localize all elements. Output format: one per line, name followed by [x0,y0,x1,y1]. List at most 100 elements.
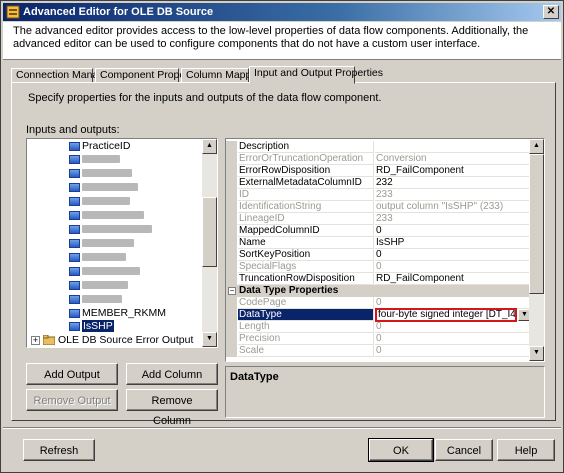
tree-scrollbar[interactable]: ▲ ▼ [202,139,217,347]
tree-item[interactable] [69,237,134,250]
tree-item[interactable] [69,209,144,222]
property-grid[interactable]: Description ErrorOrTruncationOperation Co… [225,138,545,362]
redacted-text [82,225,152,234]
add-output-button[interactable]: Add Output [26,363,118,385]
property-value[interactable]: RD_FailComponent [375,165,531,177]
redacted-text [82,281,128,290]
tab-component-properties[interactable]: Component Properties [95,68,205,83]
property-name: TruncationRowDisposition [238,273,374,285]
property-row[interactable]: IdentificationString output column "IsSHP… [226,201,531,213]
window-title: Advanced Editor for OLE DB Source [23,6,214,18]
title-bar[interactable]: Advanced Editor for OLE DB Source ✕ [3,3,561,21]
scroll-down-icon[interactable]: ▼ [202,332,217,347]
panel-description: Specify properties for the inputs and ou… [28,92,382,104]
inputs-outputs-label: Inputs and outputs: [26,124,120,136]
tab-connection-managers[interactable]: Connection Managers [11,68,119,83]
output-folder-icon [43,335,55,346]
refresh-button[interactable]: Refresh [23,439,95,461]
datatype-select[interactable]: four-byte signed integer [DT_I4] [375,308,517,322]
property-row[interactable]: MappedColumnID 0 [226,225,531,237]
property-row[interactable]: SortKeyPosition 0 [226,249,531,261]
column-icon [69,252,80,262]
tab-input-output-properties[interactable]: Input and Output Properties [249,66,383,84]
property-row[interactable]: ID 233 [226,189,531,201]
collapse-icon[interactable]: − [228,287,236,295]
tree-item-error-output[interactable]: + OLE DB Source Error Output [31,334,193,347]
help-button[interactable]: Help [497,439,555,461]
redacted-text [82,183,138,192]
property-row-datatype[interactable]: DataType four-byte signed integer [DT_I4… [226,308,531,322]
tree-item-selected[interactable]: IsSHP [69,320,114,333]
expand-icon[interactable]: + [31,335,40,345]
property-row[interactable]: Length 0 [226,321,531,333]
advanced-editor-dialog: Advanced Editor for OLE DB Source ✕ The … [0,0,564,473]
property-row[interactable]: LineageID 233 [226,213,531,225]
inputs-outputs-tree[interactable]: PracticeID MEMBER_RKMM IsSHP + OLE DB Sou… [26,138,218,348]
redacted-text [82,267,140,276]
property-row[interactable]: Name IsSHP [226,237,531,249]
property-category-row[interactable]: − Data Type Properties [226,285,531,297]
redacted-text [82,169,132,178]
column-icon [69,141,80,151]
tree-item[interactable]: PracticeID [69,140,130,153]
property-name: IdentificationString [238,201,374,213]
property-value: 233 [375,189,531,201]
property-value[interactable]: 0 [375,225,531,237]
property-row[interactable]: ErrorRowDisposition RD_FailComponent [226,165,531,177]
grid-scrollbar[interactable]: ▲ ▼ [529,139,544,361]
tree-item[interactable] [69,293,122,306]
tree-item[interactable] [69,181,138,194]
property-name: ErrorOrTruncationOperation [238,153,374,165]
tree-item[interactable]: MEMBER_RKMM [69,307,166,320]
tree-item[interactable] [69,153,120,166]
tree-item[interactable] [69,251,126,264]
scroll-up-icon[interactable]: ▲ [202,139,217,154]
tab-column-mappings[interactable]: Column Mappings [181,68,271,83]
category-label: Data Type Properties [238,285,528,297]
remove-column-button[interactable]: Remove Column [126,389,218,427]
add-column-button[interactable]: Add Column [126,363,218,385]
property-row[interactable]: Description [226,141,531,153]
help-title: DataType [230,371,279,383]
property-help-pane: DataType [225,366,545,418]
property-name: Description [238,141,374,153]
column-icon [69,294,80,304]
ok-button[interactable]: OK [368,438,434,462]
property-row[interactable]: SpecialFlags 0 [226,261,531,273]
cancel-button[interactable]: Cancel [435,439,493,461]
property-row[interactable]: TruncationRowDisposition RD_FailComponent [226,273,531,285]
property-value: 233 [375,213,531,225]
tree-item[interactable] [69,279,128,292]
property-value[interactable]: RD_FailComponent [375,273,531,285]
tree-item[interactable] [69,167,132,180]
redacted-text [82,155,120,164]
redacted-text [82,239,134,248]
scroll-thumb[interactable] [202,197,217,267]
tab-panel: Specify properties for the inputs and ou… [11,82,556,427]
property-row[interactable]: ExternalMetadataColumnID 232 [226,177,531,189]
scroll-thumb[interactable] [529,154,544,294]
property-name: SpecialFlags [238,261,374,273]
close-icon[interactable]: ✕ [543,5,559,19]
property-value[interactable] [375,141,531,153]
scroll-down-icon[interactable]: ▼ [529,346,544,361]
column-icon [69,238,80,248]
redacted-text [82,211,144,220]
property-row[interactable]: Precision 0 [226,333,531,345]
remove-output-button[interactable]: Remove Output [26,389,118,411]
property-value: 0 [375,333,531,345]
description-banner: The advanced editor provides access to t… [3,22,561,60]
tree-item[interactable] [69,195,130,208]
property-row[interactable]: ErrorOrTruncationOperation Conversion [226,153,531,165]
property-value: 0 [375,321,531,333]
property-row[interactable]: Scale 0 [226,345,531,357]
tree-item[interactable] [69,265,140,278]
property-value[interactable]: IsSHP [375,237,531,249]
property-value[interactable]: 0 [375,249,531,261]
property-name: ExternalMetadataColumnID [238,177,374,189]
property-value[interactable]: 232 [375,177,531,189]
redacted-text [82,295,122,304]
tree-item[interactable] [69,223,152,236]
property-name: DataType [238,309,374,321]
scroll-up-icon[interactable]: ▲ [529,139,544,154]
